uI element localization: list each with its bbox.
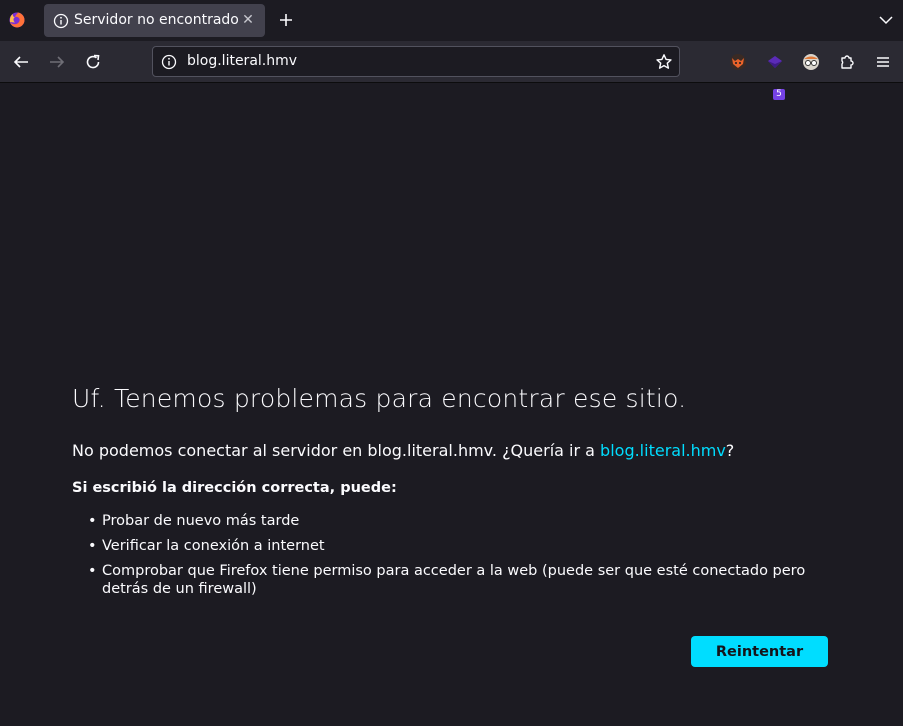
- url-bar[interactable]: blog.literal.hmv: [152, 46, 680, 77]
- list-item: • Verificar la conexión a internet: [88, 538, 325, 554]
- new-tab-icon[interactable]: [277, 11, 295, 29]
- menu-hamburger-icon[interactable]: [874, 53, 892, 71]
- suggested-url-link[interactable]: blog.literal.hmv: [600, 441, 726, 460]
- tab-strip: Servidor no encontrado ✕: [0, 0, 903, 41]
- forward-arrow-icon[interactable]: [48, 53, 66, 71]
- back-arrow-icon[interactable]: [12, 53, 30, 71]
- suggestions-heading: Si escribió la dirección correcta, puede…: [72, 480, 397, 496]
- list-item: • Comprobar que Firefox tiene permiso par…: [88, 563, 806, 597]
- extension-glasses-icon[interactable]: [802, 53, 820, 71]
- url-text[interactable]: blog.literal.hmv: [187, 53, 297, 69]
- error-page: Uf. Tenemos problemas para encontrar ese…: [0, 84, 903, 726]
- info-icon: [53, 13, 69, 29]
- suggestions-list: • Probar de nuevo más tarde • Verificar la…: [88, 512, 848, 605]
- navigation-toolbar: blog.literal.hmv 5: [0, 41, 903, 100]
- error-description-prefix: No podemos conectar al servidor en blog.…: [72, 441, 601, 460]
- extension-fox-icon[interactable]: [729, 53, 747, 71]
- site-info-icon[interactable]: [161, 54, 177, 70]
- error-description: No podemos conectar al servidor en blog.…: [72, 441, 734, 460]
- firefox-logo-icon[interactable]: [9, 12, 25, 28]
- chevron-down-icon[interactable]: [878, 12, 894, 28]
- error-title: Uf. Tenemos problemas para encontrar ese…: [72, 384, 687, 413]
- tab-active[interactable]: Servidor no encontrado ✕: [44, 4, 265, 37]
- extensions-puzzle-icon[interactable]: [838, 53, 856, 71]
- retry-button[interactable]: Reintentar: [691, 636, 828, 667]
- tab-title: Servidor no encontrado: [74, 12, 239, 28]
- reload-icon[interactable]: [84, 53, 102, 71]
- tab-close-icon[interactable]: ✕: [240, 12, 256, 28]
- list-item: • Probar de nuevo más tarde: [88, 513, 300, 529]
- extension-purple-icon[interactable]: [766, 53, 784, 71]
- star-icon[interactable]: [655, 53, 673, 71]
- error-description-suffix: ?: [725, 441, 735, 460]
